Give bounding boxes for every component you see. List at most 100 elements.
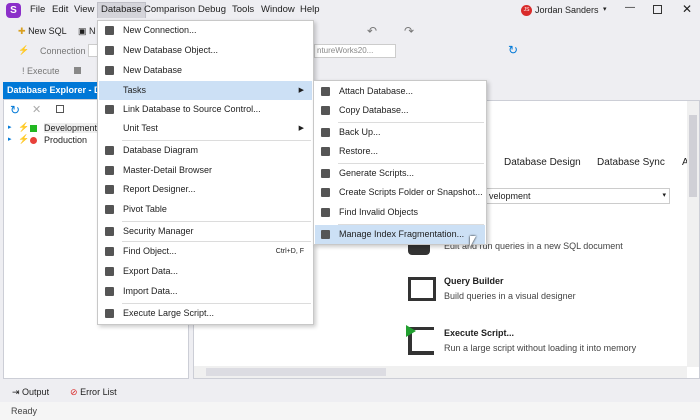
menu-item-new-database-object[interactable]: New Database Object...: [99, 41, 312, 60]
undo-icon[interactable]: ↶: [367, 24, 377, 38]
error-list-tab[interactable]: ⊘ Error List: [70, 387, 117, 398]
query-builder-icon: [408, 277, 436, 301]
menu-window[interactable]: Window: [261, 4, 295, 15]
menu-comparison[interactable]: Comparison: [144, 4, 195, 15]
menu-item-unit-test[interactable]: Unit Test ▶: [99, 119, 312, 138]
menu-item-icon: [321, 128, 330, 137]
menu-debug[interactable]: Debug: [198, 4, 226, 15]
execute-label: Execute: [27, 66, 60, 76]
menu-file[interactable]: File: [30, 4, 45, 15]
user-name[interactable]: Jordan Sanders: [535, 5, 599, 15]
vertical-scrollbar[interactable]: [687, 101, 699, 367]
status-bar: Ready: [0, 402, 700, 420]
menu-item-link-database-to-source-control[interactable]: Link Database to Source Control...: [99, 100, 312, 119]
new-sql-button[interactable]: ✚ New SQL: [18, 26, 67, 37]
redo-icon[interactable]: ↷: [404, 24, 414, 38]
dropdown-arrow-icon: ▾: [662, 192, 666, 199]
explorer-refresh-icon[interactable]: ↻: [10, 103, 20, 117]
menu-separator: [338, 163, 484, 164]
menu-item-execute-large-script[interactable]: Execute Large Script...: [99, 304, 312, 323]
menu-tools[interactable]: Tools: [232, 4, 254, 15]
minimize-button[interactable]: —: [625, 2, 635, 13]
menu-item-master-detail-browser[interactable]: Master-Detail Browser: [99, 161, 312, 180]
status-square-icon: [30, 125, 37, 132]
menu-item-pivot-table[interactable]: Pivot Table: [99, 200, 312, 219]
menu-separator: [122, 241, 311, 242]
menu-separator: [338, 122, 484, 123]
menu-item-label: Security Manager: [123, 226, 194, 236]
menu-item-tasks[interactable]: Tasks ▶: [99, 81, 312, 100]
menu-item-new-connection[interactable]: New Connection...: [99, 21, 312, 40]
new-object-label: N: [89, 26, 96, 36]
menu-edit[interactable]: Edit: [52, 4, 68, 15]
connection-icon: ⚡: [18, 134, 30, 144]
menu-separator: [122, 140, 311, 141]
menu-item-database-diagram[interactable]: Database Diagram: [99, 141, 312, 160]
refresh-icon[interactable]: ↻: [508, 43, 518, 57]
output-tab[interactable]: ⇥ Output: [12, 387, 49, 398]
menu-database[interactable]: Database: [97, 2, 146, 18]
menu-item-report-designer[interactable]: Report Designer...: [99, 180, 312, 199]
menu-item-security-manager[interactable]: Security Manager: [99, 222, 312, 241]
connection-select[interactable]: velopment ▾: [484, 188, 670, 204]
menu-separator: [122, 303, 311, 304]
explorer-collapse-icon[interactable]: [56, 105, 64, 113]
menu-item-generate-scripts[interactable]: Generate Scripts...: [315, 164, 485, 183]
execute-button[interactable]: ! Execute: [22, 66, 60, 76]
menu-item-new-database[interactable]: New Database: [99, 61, 312, 80]
output-label: Output: [22, 387, 50, 397]
item-title: Execute Script...: [444, 328, 515, 338]
error-list-icon: ⊘: [70, 387, 78, 397]
menu-item-icon: [321, 169, 330, 178]
menu-item-manage-index-fragmentation[interactable]: Manage Index Fragmentation...: [315, 225, 485, 244]
mouse-cursor-icon: [470, 236, 476, 247]
menu-item-back-up[interactable]: Back Up...: [315, 123, 485, 142]
app-logo: S: [6, 3, 21, 18]
menu-item-create-scripts-folder-or-snapshot[interactable]: Create Scripts Folder or Snapshot...: [315, 183, 485, 202]
connection-icon: ⚡: [18, 122, 30, 132]
scroll-thumb[interactable]: [689, 115, 697, 197]
explorer-delete-icon[interactable]: ✕: [32, 103, 41, 116]
item-desc: Build queries in a visual designer: [444, 291, 576, 301]
tree-item-production[interactable]: ▸ ⚡ Production: [6, 134, 96, 147]
maximize-button[interactable]: [653, 5, 662, 14]
submenu-arrow-icon: ▶: [298, 87, 304, 94]
hscroll-thumb[interactable]: [206, 368, 386, 376]
menu-item-restore[interactable]: Restore...: [315, 142, 485, 161]
menu-item-icon: [105, 247, 114, 256]
status-circle-icon: [30, 137, 37, 144]
stop-icon[interactable]: [74, 67, 81, 74]
menu-item-label: Master-Detail Browser: [123, 165, 213, 175]
menu-help[interactable]: Help: [300, 4, 320, 15]
menu-item-label: Export Data...: [123, 266, 179, 276]
expand-icon[interactable]: ▸: [8, 135, 12, 143]
menu-item-copy-database[interactable]: Copy Database...: [315, 101, 485, 120]
new-sql-label: New SQL: [28, 26, 67, 36]
user-dropdown-icon[interactable]: ▾: [603, 5, 607, 13]
new-object-button[interactable]: ▣ N: [78, 26, 96, 37]
menu-item-find-object[interactable]: Find Object... Ctrl+D, F: [99, 242, 312, 261]
expand-icon[interactable]: ▸: [8, 123, 12, 131]
database-combo[interactable]: ntureWorks20...: [314, 44, 396, 58]
tab-database-design[interactable]: Database Design: [504, 157, 581, 168]
start-item-execute-script[interactable]: Execute Script... Run a large script wit…: [404, 325, 694, 361]
user-avatar[interactable]: JS: [521, 5, 532, 16]
horizontal-scrollbar[interactable]: [194, 366, 687, 378]
menu-item-icon: [105, 205, 114, 214]
menu-item-icon: [105, 46, 114, 55]
menu-item-attach-database[interactable]: Attach Database...: [315, 82, 485, 101]
start-item-query-builder[interactable]: Query Builder Build queries in a visual …: [404, 273, 694, 309]
connection-value: velopment: [489, 191, 531, 201]
menu-item-import-data[interactable]: Import Data...: [99, 282, 312, 301]
new-connection-tool-icon[interactable]: ⚡: [18, 45, 29, 56]
menu-view[interactable]: View: [74, 4, 94, 15]
menu-item-label: Copy Database...: [339, 105, 409, 115]
menu-item-find-invalid-objects[interactable]: Find Invalid Objects: [315, 203, 485, 222]
menu-item-icon: [105, 26, 114, 35]
close-button[interactable]: ✕: [682, 2, 692, 16]
submenu-arrow-icon: ▶: [298, 125, 304, 132]
play-icon: [406, 325, 416, 337]
menu-item-export-data[interactable]: Export Data...: [99, 262, 312, 281]
tab-database-sync[interactable]: Database Sync: [597, 157, 665, 168]
menu-item-label: Find Invalid Objects: [339, 207, 419, 217]
